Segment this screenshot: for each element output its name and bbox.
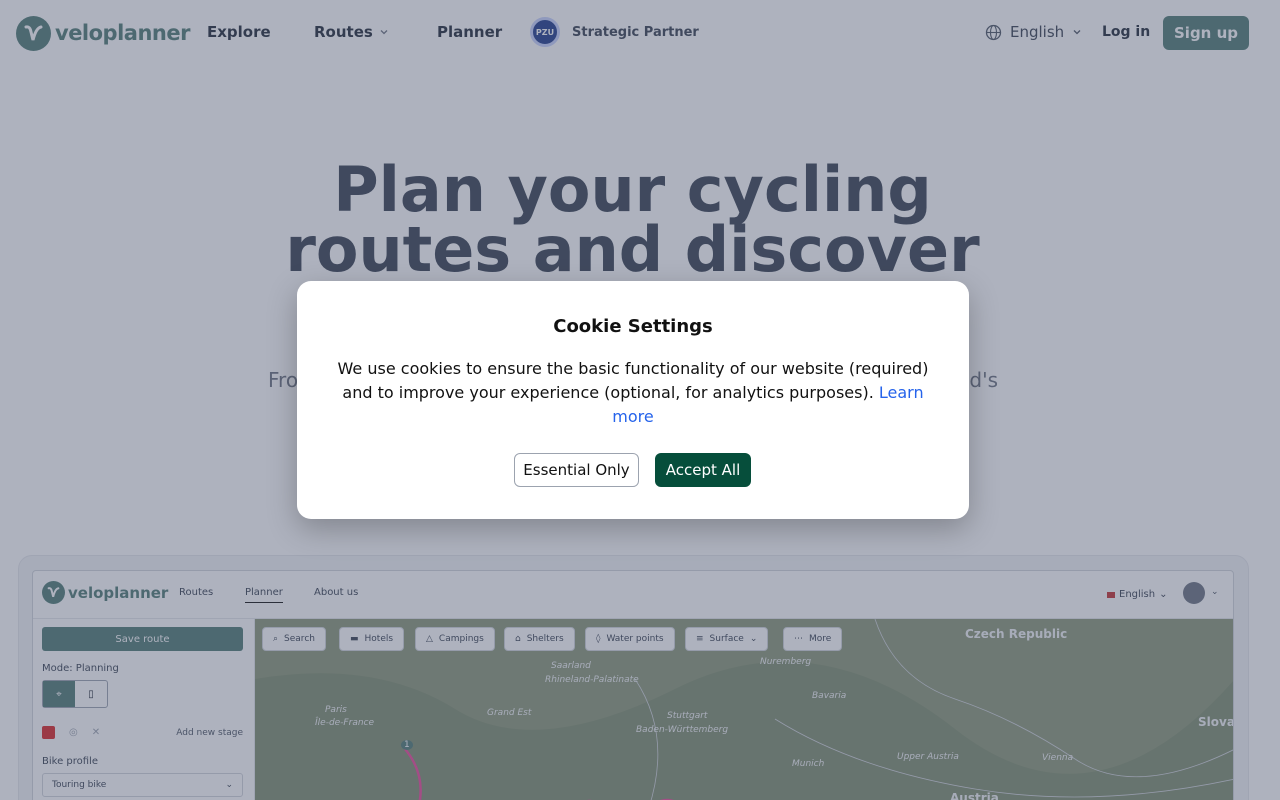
accept-all-button[interactable]: Accept All	[655, 453, 751, 487]
cookie-dialog-title: Cookie Settings	[553, 316, 713, 337]
cookie-dialog: Cookie Settings We use cookies to ensure…	[297, 281, 969, 519]
cookie-dialog-text: We use cookies to ensure the basic funct…	[333, 357, 933, 429]
essential-only-button[interactable]: Essential Only	[514, 453, 639, 487]
cookie-dialog-body: We use cookies to ensure the basic funct…	[337, 359, 929, 402]
